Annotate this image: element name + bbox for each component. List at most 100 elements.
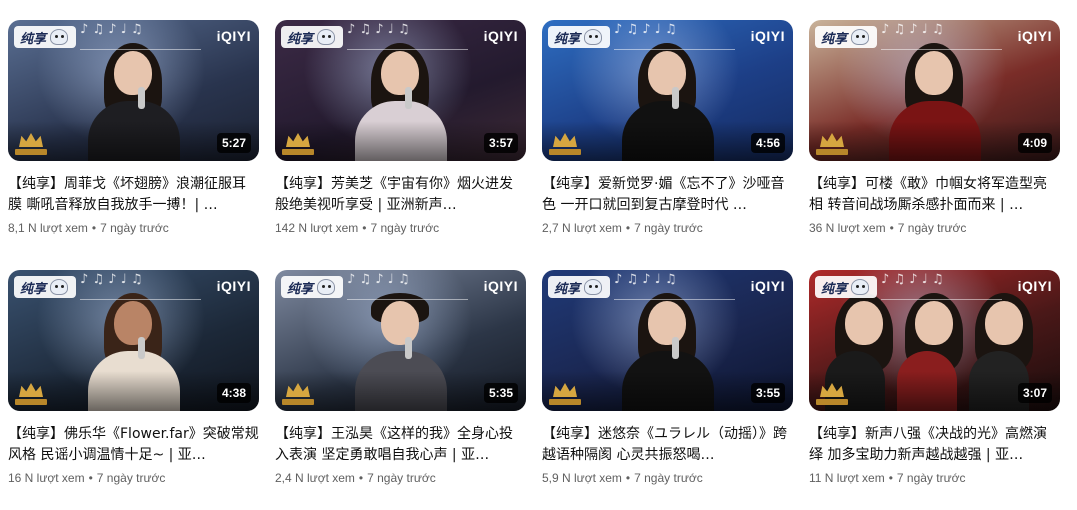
music-notes-decoration: ♪ ♫ ♪ ♩ ♫ — [614, 272, 735, 300]
brand-tag-text: 纯享 — [287, 30, 314, 46]
iqiyi-logo: iQIYI — [750, 278, 785, 294]
brand-tag-text: 纯享 — [821, 30, 848, 46]
video-card[interactable]: 纯享 ♪ ♫ ♪ ♩ ♫ iQIYI 3:57 【纯享】芳美芝《宇宙有你》烟火进… — [275, 20, 526, 260]
mascot-icon — [584, 29, 603, 45]
video-title[interactable]: 【纯享】新声八强《决战的光》高燃演绎 加多宝助力新声越战越强 | 亚… — [809, 424, 1060, 466]
video-card[interactable]: 纯享 ♪ ♫ ♪ ♩ ♫ iQIYI 5:27 【纯享】周菲戈《坏翅膀》浪潮征服… — [8, 20, 259, 260]
crown-logo-icon — [14, 127, 48, 155]
iqiyi-logo: iQIYI — [1017, 278, 1052, 294]
view-count: 2,4 N lượt xem — [275, 471, 355, 485]
music-notes-decoration: ♪ ♫ ♪ ♩ ♫ — [80, 272, 201, 300]
duration-badge: 3:07 — [1017, 383, 1052, 403]
upload-age: 7 ngày trước — [367, 471, 436, 485]
brand-tag: 纯享 — [281, 276, 344, 298]
view-count: 8,1 N lượt xem — [8, 221, 88, 235]
duration-badge: 5:35 — [483, 383, 518, 403]
view-count: 5,9 N lượt xem — [542, 471, 622, 485]
music-notes-decoration: ♪ ♫ ♪ ♩ ♫ — [347, 22, 468, 50]
crown-logo-icon — [281, 377, 315, 405]
video-meta: 36 N lượt xem • 7 ngày trước — [809, 221, 967, 235]
duration-badge: 3:55 — [750, 383, 785, 403]
brand-tag-text: 纯享 — [20, 30, 47, 46]
mascot-icon — [584, 279, 603, 295]
video-title[interactable]: 【纯享】迷悠奈《ユラレル（动摇）》跨越语种隔阂 心灵共振怒喝… — [542, 424, 793, 466]
video-thumbnail[interactable]: 纯享 ♪ ♫ ♪ ♩ ♫ iQIYI 3:07 — [809, 270, 1060, 411]
iqiyi-logo: iQIYI — [1017, 28, 1052, 44]
video-card[interactable]: 纯享 ♪ ♫ ♪ ♩ ♫ iQIYI 4:56 【纯享】爱新觉罗·媚《忘不了》沙… — [542, 20, 793, 260]
crown-logo-icon — [14, 377, 48, 405]
duration-badge: 4:38 — [216, 383, 251, 403]
brand-tag-text: 纯享 — [821, 280, 848, 296]
crown-logo-icon — [815, 127, 849, 155]
video-card[interactable]: 纯享 ♪ ♫ ♪ ♩ ♫ iQIYI 5:35 【纯享】王泓昊《这样的我》全身心… — [275, 270, 526, 510]
brand-tag: 纯享 — [548, 26, 611, 48]
brand-tag: 纯享 — [14, 276, 77, 298]
video-thumbnail[interactable]: 纯享 ♪ ♫ ♪ ♩ ♫ iQIYI 4:56 — [542, 20, 793, 161]
view-count: 11 N lượt xem — [809, 471, 885, 485]
video-title[interactable]: 【纯享】王泓昊《这样的我》全身心投入表演 坚定勇敢唱自我心声 | 亚… — [275, 424, 526, 466]
duration-badge: 4:56 — [750, 133, 785, 153]
video-title[interactable]: 【纯享】芳美芝《宇宙有你》烟火进发般绝美视听享受 | 亚洲新声… — [275, 174, 526, 216]
video-meta: 2,4 N lượt xem • 7 ngày trước — [275, 471, 436, 485]
video-thumbnail[interactable]: 纯享 ♪ ♫ ♪ ♩ ♫ iQIYI 5:27 — [8, 20, 259, 161]
iqiyi-logo: iQIYI — [750, 28, 785, 44]
upload-age: 7 ngày trước — [100, 221, 169, 235]
iqiyi-logo: iQIYI — [483, 28, 518, 44]
video-meta: 5,9 N lượt xem • 7 ngày trước — [542, 471, 703, 485]
crown-logo-icon — [281, 127, 315, 155]
upload-age: 7 ngày trước — [370, 221, 440, 235]
music-notes-decoration: ♪ ♫ ♪ ♩ ♫ — [881, 22, 1002, 50]
music-notes-decoration: ♪ ♫ ♪ ♩ ♫ — [80, 22, 201, 50]
video-meta: 8,1 N lượt xem • 7 ngày trước — [8, 221, 169, 235]
video-meta: 11 N lượt xem • 7 ngày trước — [809, 471, 966, 485]
duration-badge: 5:27 — [216, 133, 251, 153]
video-card[interactable]: 纯享 ♪ ♫ ♪ ♩ ♫ iQIYI 4:38 【纯享】佛乐华《Flower.f… — [8, 270, 259, 510]
crown-logo-icon — [815, 377, 849, 405]
view-count: 142 N lượt xem — [275, 221, 359, 235]
mascot-icon — [50, 279, 69, 295]
brand-tag-text: 纯享 — [20, 280, 47, 296]
video-title[interactable]: 【纯享】周菲戈《坏翅膀》浪潮征服耳膜 嘶吼音释放自我放手一搏！| … — [8, 174, 259, 216]
music-notes-decoration: ♪ ♫ ♪ ♩ ♫ — [614, 22, 735, 50]
crown-logo-icon — [548, 127, 582, 155]
video-thumbnail[interactable]: 纯享 ♪ ♫ ♪ ♩ ♫ iQIYI 5:35 — [275, 270, 526, 411]
brand-tag: 纯享 — [548, 276, 611, 298]
mascot-icon — [317, 279, 336, 295]
brand-tag: 纯享 — [14, 26, 77, 48]
view-count: 16 N lượt xem — [8, 471, 85, 485]
music-notes-decoration: ♪ ♫ ♪ ♩ ♫ — [881, 272, 1002, 300]
view-count: 36 N lượt xem — [809, 221, 886, 235]
crown-logo-icon — [548, 377, 582, 405]
video-thumbnail[interactable]: 纯享 ♪ ♫ ♪ ♩ ♫ iQIYI 4:09 — [809, 20, 1060, 161]
video-card[interactable]: 纯享 ♪ ♫ ♪ ♩ ♫ iQIYI 3:55 【纯享】迷悠奈《ユラレル（动摇）… — [542, 270, 793, 510]
music-notes-decoration: ♪ ♫ ♪ ♩ ♫ — [347, 272, 468, 300]
iqiyi-logo: iQIYI — [216, 28, 251, 44]
mascot-icon — [851, 279, 870, 295]
brand-tag-text: 纯享 — [554, 30, 581, 46]
video-meta: 2,7 N lượt xem • 7 ngày trước — [542, 221, 703, 235]
iqiyi-logo: iQIYI — [216, 278, 251, 294]
video-meta: 142 N lượt xem • 7 ngày trước — [275, 221, 440, 235]
video-title[interactable]: 【纯享】爱新觉罗·媚《忘不了》沙哑音色 一开口就回到复古摩登时代 … — [542, 174, 793, 216]
iqiyi-logo: iQIYI — [483, 278, 518, 294]
video-thumbnail[interactable]: 纯享 ♪ ♫ ♪ ♩ ♫ iQIYI 4:38 — [8, 270, 259, 411]
video-card[interactable]: 纯享 ♪ ♫ ♪ ♩ ♫ iQIYI 4:09 【纯享】可楼《敢》巾帼女将军造型… — [809, 20, 1060, 260]
video-title[interactable]: 【纯享】佛乐华《Flower.far》突破常规风格 民谣小调温情十足~ | 亚… — [8, 424, 259, 466]
video-meta: 16 N lượt xem • 7 ngày trước — [8, 471, 166, 485]
video-grid: 纯享 ♪ ♫ ♪ ♩ ♫ iQIYI 5:27 【纯享】周菲戈《坏翅膀》浪潮征服… — [8, 20, 1060, 510]
video-card[interactable]: 纯享 ♪ ♫ ♪ ♩ ♫ iQIYI 3:07 【纯享】新声八强《决战的光》高燃… — [809, 270, 1060, 510]
mascot-icon — [317, 29, 336, 45]
video-title[interactable]: 【纯享】可楼《敢》巾帼女将军造型亮相 转音间战场厮杀感扑面而来 | … — [809, 174, 1060, 216]
upload-age: 7 ngày trước — [896, 471, 966, 485]
brand-tag: 纯享 — [281, 26, 344, 48]
duration-badge: 4:09 — [1017, 133, 1052, 153]
brand-tag: 纯享 — [815, 276, 878, 298]
video-thumbnail[interactable]: 纯享 ♪ ♫ ♪ ♩ ♫ iQIYI 3:55 — [542, 270, 793, 411]
upload-age: 7 ngày trước — [634, 221, 703, 235]
view-count: 2,7 N lượt xem — [542, 221, 622, 235]
brand-tag-text: 纯享 — [554, 280, 581, 296]
video-thumbnail[interactable]: 纯享 ♪ ♫ ♪ ♩ ♫ iQIYI 3:57 — [275, 20, 526, 161]
mascot-icon — [851, 29, 870, 45]
brand-tag-text: 纯享 — [287, 280, 314, 296]
brand-tag: 纯享 — [815, 26, 878, 48]
